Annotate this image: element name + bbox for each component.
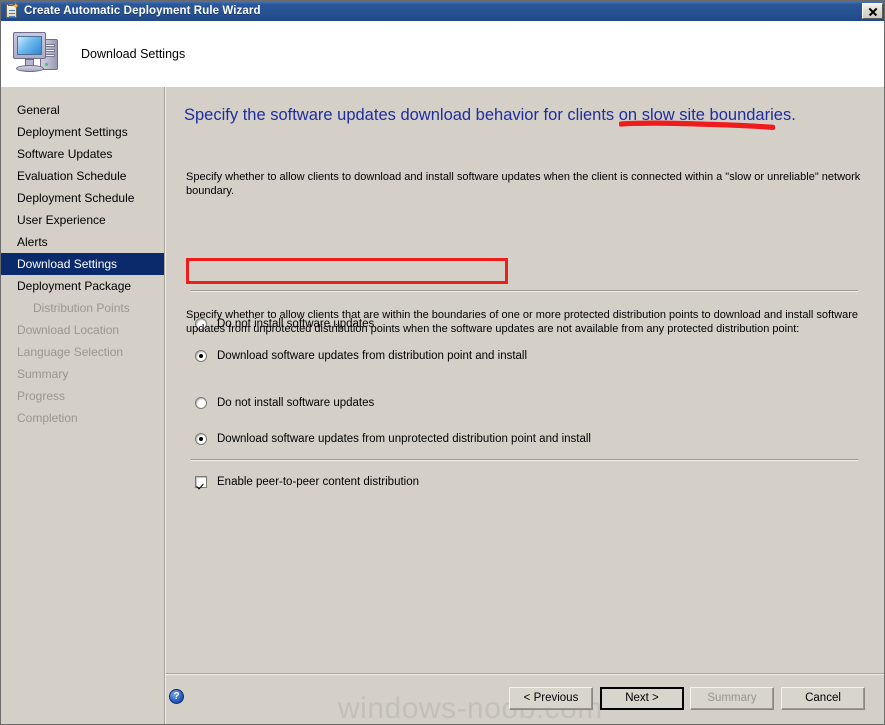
help-icon[interactable]: ? (169, 689, 184, 704)
close-icon[interactable] (862, 3, 883, 19)
wizard-window: ✦ Create Automatic Deployment Rule Wizar… (0, 0, 885, 725)
sidebar-item-download-location: Download Location (17, 323, 120, 337)
radio-unprotected-download-and-install[interactable]: Download software updates from unprotect… (195, 433, 591, 445)
footer-separator (166, 673, 884, 675)
radio-button-indicator (195, 397, 207, 409)
sidebar-item-download-settings[interactable]: Download Settings (1, 253, 164, 275)
sidebar-item-evaluation-schedule[interactable]: Evaluation Schedule (1, 165, 164, 187)
title-bar: ✦ Create Automatic Deployment Rule Wizar… (1, 1, 884, 21)
sidebar-item-language-selection: Language Selection (17, 345, 124, 359)
radio-label: Download software updates from unprotect… (217, 433, 591, 445)
content-pane: Specify the software updates download be… (166, 87, 884, 724)
checkbox-label: Enable peer-to-peer content distribution (217, 476, 420, 488)
description-slow-boundary: Specify whether to allow clients to down… (186, 171, 861, 197)
sidebar-item-deployment-package[interactable]: Deployment Package (1, 275, 164, 297)
summary-button: Summary (690, 687, 774, 710)
window-title: Create Automatic Deployment Rule Wizard (24, 5, 261, 17)
header-band: Download Settings (1, 21, 884, 87)
radio-label: Download software updates from distribut… (217, 350, 528, 362)
sidebar-item-summary: Summary (17, 367, 69, 381)
sidebar-item-progress: Progress (17, 389, 66, 403)
header-title: Download Settings (81, 47, 186, 61)
cancel-button[interactable]: Cancel (781, 687, 865, 710)
computer-icon (13, 30, 65, 78)
sidebar-item-user-experience[interactable]: User Experience (1, 209, 164, 231)
sidebar-item-alerts[interactable]: Alerts (1, 231, 164, 253)
radio-button-indicator (195, 433, 207, 445)
radio-slow-download-from-dp[interactable]: Download software updates from distribut… (195, 350, 527, 362)
sidebar-item-general[interactable]: General (1, 99, 164, 121)
checkbox-indicator (195, 476, 207, 488)
sidebar-item-deployment-settings[interactable]: Deployment Settings (1, 121, 164, 143)
previous-button[interactable]: < Previous (509, 687, 593, 710)
page-title: Specify the software updates download be… (184, 106, 796, 124)
radio-unprotected-do-not-install[interactable]: Do not install software updates (195, 397, 374, 409)
sidebar-item-distribution-points: Distribution Points (33, 301, 130, 315)
wizard-clipboard-icon: ✦ (4, 2, 20, 19)
radio-label: Do not install software updates (217, 397, 375, 409)
next-button[interactable]: Next > (600, 687, 684, 710)
checkbox-peer-to-peer[interactable]: Enable peer-to-peer content distribution (195, 476, 419, 488)
radio-button-indicator (195, 350, 207, 362)
sidebar-item-software-updates[interactable]: Software Updates (1, 143, 164, 165)
sidebar-item-deployment-schedule[interactable]: Deployment Schedule (1, 187, 164, 209)
sidebar-item-completion: Completion (17, 411, 78, 425)
separator-bottom (191, 459, 858, 461)
description-protected-dp: Specify whether to allow clients that ar… (186, 309, 858, 335)
separator-top (191, 290, 858, 292)
wizard-step-list: General Deployment Settings Software Upd… (1, 87, 164, 724)
